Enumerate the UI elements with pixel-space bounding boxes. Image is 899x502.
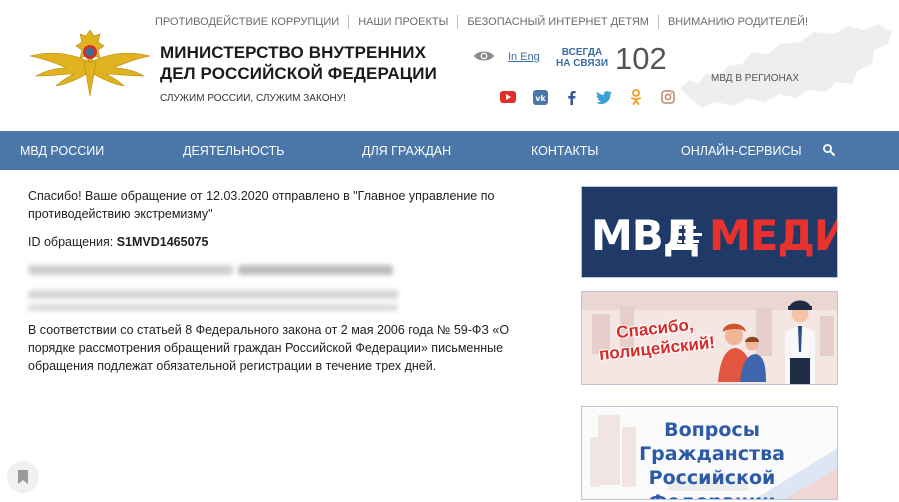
regions-label[interactable]: МВД В РЕГИОНАХ (711, 73, 799, 84)
search-icon[interactable] (822, 143, 836, 157)
nav-mvd-russia[interactable]: МВД РОССИИ (20, 144, 104, 158)
russia-map-icon[interactable] (676, 18, 898, 114)
ministry-motto: СЛУЖИМ РОССИИ, СЛУЖИМ ЗАКОНУ! (160, 93, 346, 104)
confirmation-message: Спасибо! Ваше обращение от 12.03.2020 от… (28, 189, 495, 221)
appeal-id-value: S1MVD1465075 (116, 235, 209, 249)
youtube-icon[interactable] (499, 89, 517, 105)
appeal-confirmation: Спасибо! Ваше обращение от 12.03.2020 от… (28, 187, 548, 385)
media-lines-icon (678, 226, 702, 250)
hotline-number[interactable]: 102 (615, 41, 667, 77)
svg-text:vk: vk (535, 94, 546, 103)
english-version-link[interactable]: In Eng (508, 51, 540, 63)
ministry-title[interactable]: МИНИСТЕРСТВО ВНУТРЕННИХ ДЕЛ РОССИЙСКОЙ Ф… (160, 42, 460, 84)
bookmark-icon (18, 470, 28, 484)
thanks-police-banner[interactable]: Спасибо, полицейский! (581, 291, 838, 385)
vk-icon[interactable]: vk (531, 89, 549, 105)
citizenship-banner[interactable]: Вопросы Гражданства Российской Федерации (581, 406, 838, 500)
nav-for-citizens[interactable]: ДЛЯ ГРАЖДАН (362, 144, 451, 158)
main-navigation: МВД РОССИИ ДЕЯТЕЛЬНОСТЬ ДЛЯ ГРАЖДАН КОНТ… (0, 131, 899, 170)
banner-citizenship-text: Вопросы Гражданства Российской Федерации (639, 419, 785, 499)
banner-media-text: МЕДИА (709, 211, 837, 260)
twitter-icon[interactable] (595, 89, 613, 105)
top-link-safe-internet[interactable]: БЕЗОПАСНЫЙ ИНТЕРНЕТ ДЕТЯМ (457, 15, 658, 29)
top-link-anticorruption[interactable]: ПРОТИВОДЕЙСТВИЕ КОРРУПЦИИ (146, 15, 348, 29)
legal-notice: В соответствии со статьей 8 Федерального… (28, 323, 510, 373)
accessibility-eye-icon[interactable] (473, 49, 495, 63)
instagram-icon[interactable] (659, 89, 677, 105)
always-connected-label: ВСЕГДА НА СВЯЗИ (555, 47, 609, 69)
nav-online-services[interactable]: ОНЛАЙН-СЕРВИСЫ (681, 144, 802, 158)
social-links: vk (499, 89, 691, 105)
nav-activity[interactable]: ДЕЯТЕЛЬНОСТЬ (183, 144, 284, 158)
nav-contacts[interactable]: КОНТАКТЫ (531, 144, 598, 158)
bookmark-button[interactable] (7, 461, 39, 493)
odnoklassniki-icon[interactable] (627, 89, 645, 105)
redacted-text (28, 265, 398, 311)
appeal-id-line: ID обращения: S1MVD1465075 (28, 233, 548, 251)
appeal-id-label: ID обращения: (28, 235, 114, 249)
facebook-icon[interactable] (563, 89, 581, 105)
mvd-emblem-logo[interactable] (28, 24, 152, 98)
redacted-block (28, 261, 548, 311)
mvd-media-banner[interactable]: МВД МЕДИА (581, 186, 838, 278)
top-link-projects[interactable]: НАШИ ПРОЕКТЫ (348, 15, 457, 29)
